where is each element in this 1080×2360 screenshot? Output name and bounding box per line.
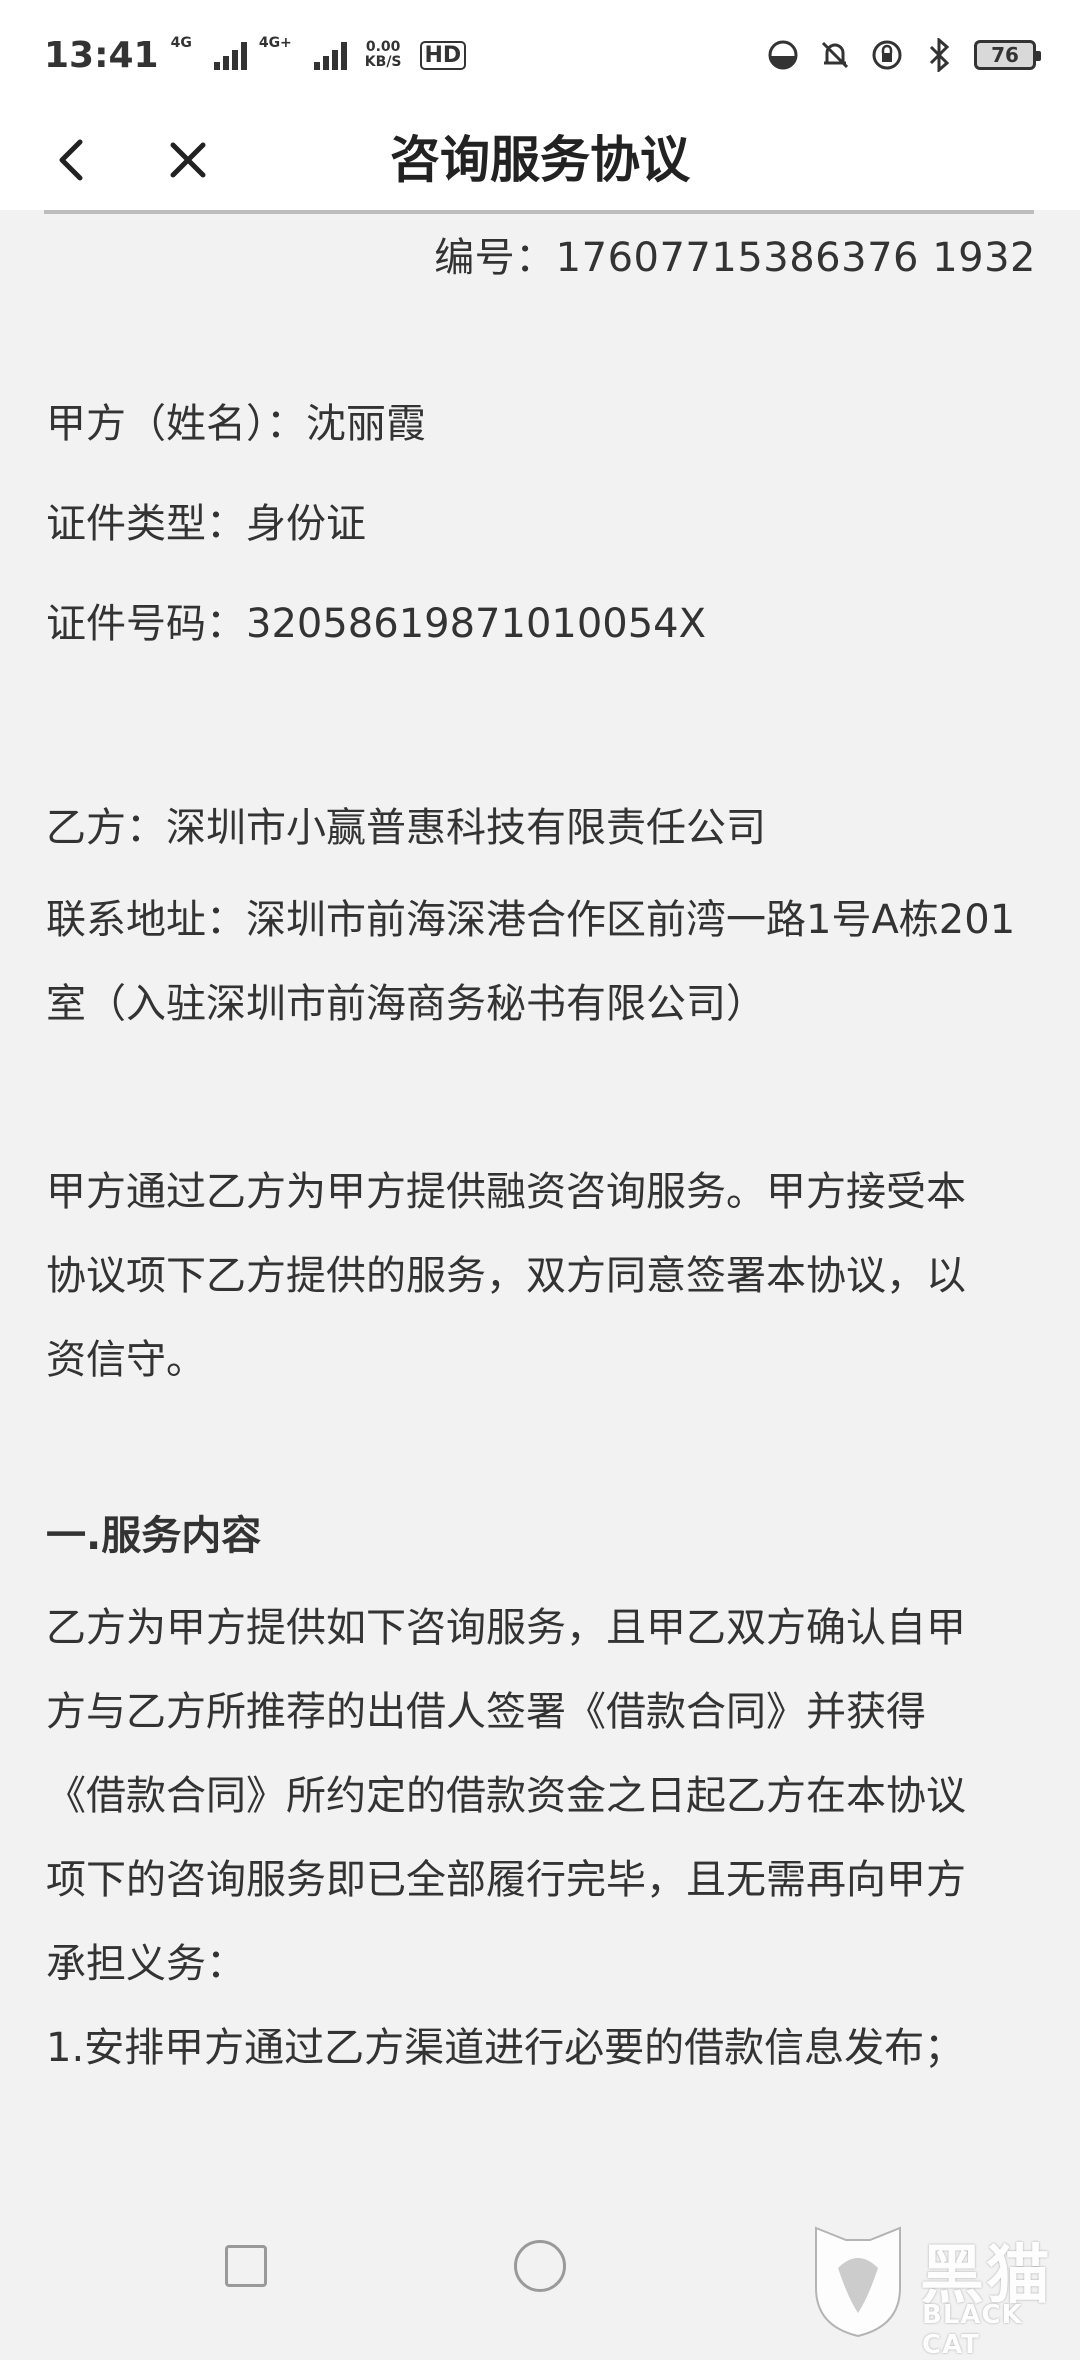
section1-line-3: 《借款合同》所约定的借款资金之日起乙方在本协议	[46, 1773, 966, 1819]
signal1-label: 4G	[170, 34, 192, 51]
id-number: 证件号码：32058619871010054X	[46, 601, 707, 647]
chevron-left-icon	[59, 139, 83, 181]
app-header: 咨询服务协议	[0, 110, 1080, 210]
status-right: 76	[766, 38, 1041, 72]
section1-line-5: 承担义务：	[46, 1941, 246, 1987]
black-cat-logo-icon	[815, 2226, 901, 2338]
back-button[interactable]	[44, 132, 100, 188]
net-speed: 0.00 KB/S	[365, 40, 402, 70]
address-line-2: 室（入驻深圳市前海商务秘书有限公司）	[46, 981, 766, 1027]
signal2-icon	[313, 40, 347, 70]
document-number: 编号：17607715386376 1932	[434, 235, 1036, 281]
intro-line-1: 甲方通过乙方为甲方提供融资咨询服务。甲方接受本	[46, 1169, 966, 1215]
intro-line-2: 协议项下乙方提供的服务，双方同意签署本协议，以	[46, 1253, 966, 1299]
address-line-1: 联系地址：深圳市前海深港合作区前湾一路1号A栋201	[46, 897, 1016, 943]
section1-line-4: 项下的咨询服务即已全部履行完毕，且无需再向甲方	[46, 1857, 966, 1903]
net-speed-value: 0.00	[365, 39, 401, 55]
close-icon	[170, 142, 206, 178]
section-heading-service-content: 一.服务内容	[46, 1513, 262, 1559]
net-speed-unit: KB/S	[364, 54, 402, 70]
section1-line-1: 乙方为甲方提供如下咨询服务，且甲乙双方确认自甲	[46, 1605, 966, 1651]
party-a-name: 甲方（姓名）：沈丽霞	[46, 401, 426, 447]
home-button[interactable]	[514, 2240, 566, 2292]
bluetooth-icon	[922, 38, 956, 72]
section1-line-2: 方与乙方所推荐的出借人签署《借款合同》并获得	[46, 1689, 926, 1735]
close-button[interactable]	[160, 132, 216, 188]
agreement-content: 编号：17607715386376 1932 甲方（姓名）：沈丽霞 证件类型：身…	[46, 214, 1036, 2090]
watermark-en: BLACK CAT	[922, 2300, 1023, 2360]
black-cat-watermark: 黑猫 BLACK CAT	[808, 2218, 1080, 2360]
hd-badge: HD	[419, 40, 467, 70]
status-time: 13:41	[44, 34, 159, 76]
rotation-lock-icon	[870, 38, 904, 72]
battery-icon: 76	[974, 40, 1041, 70]
recents-button[interactable]	[225, 2245, 267, 2287]
intro-line-3: 资信守。	[46, 1337, 206, 1383]
signal2-label: 4G+	[258, 34, 292, 51]
mute-bell-icon	[818, 38, 852, 72]
signal1-icon	[213, 40, 247, 70]
item-1: 1.安排甲方通过乙方渠道进行必要的借款信息发布；	[46, 2025, 965, 2071]
eye-comfort-icon	[766, 38, 800, 72]
status-left: 13:41 4G 4G+ 0.00 KB/S HD	[44, 34, 467, 76]
party-b: 乙方：深圳市小赢普惠科技有限责任公司	[46, 805, 766, 851]
id-type: 证件类型：身份证	[46, 501, 366, 547]
status-bar: 13:41 4G 4G+ 0.00 KB/S HD 76	[0, 0, 1080, 110]
